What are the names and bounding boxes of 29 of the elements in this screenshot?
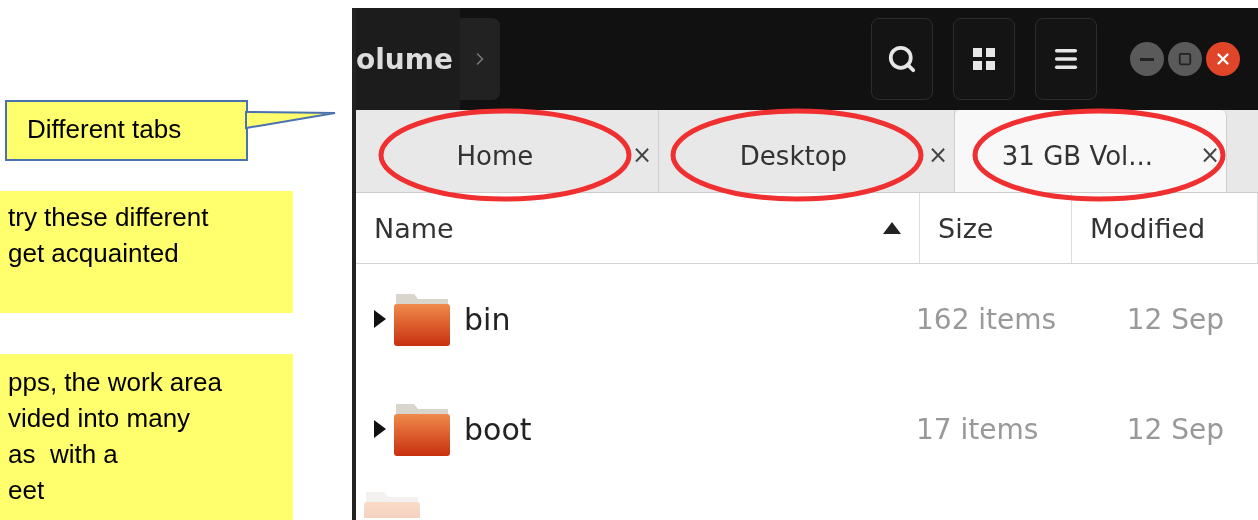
tab-close-button[interactable]: × — [1199, 133, 1220, 169]
menu-button[interactable] — [1035, 18, 1097, 100]
close-button[interactable] — [1206, 42, 1240, 76]
file-modified: 12 Sep — [1125, 302, 1224, 336]
maximize-icon — [1178, 52, 1192, 66]
title-tab[interactable]: olume — [356, 8, 460, 110]
search-button[interactable] — [871, 18, 933, 100]
column-header[interactable]: Size — [920, 193, 1072, 263]
minimize-icon — [1140, 57, 1154, 61]
close-icon — [1214, 50, 1232, 68]
expander-icon[interactable] — [374, 420, 386, 438]
file-name: boot — [464, 411, 533, 447]
callout-label: Different tabs — [5, 100, 248, 161]
minimize-button[interactable] — [1130, 42, 1164, 76]
file-modified: 12 Sep — [1125, 412, 1224, 446]
file-name: bin — [464, 301, 512, 337]
tab-close-button[interactable]: × — [927, 133, 948, 169]
column-header[interactable]: Modified — [1072, 193, 1258, 263]
grid-view-button[interactable] — [953, 18, 1015, 100]
expander-icon[interactable] — [374, 310, 386, 328]
note-text: pps, the work area vided into many as with a eet — [0, 353, 293, 520]
tab[interactable]: 31 GB Vol... × — [955, 110, 1227, 192]
column-header[interactable]: Name — [356, 193, 920, 263]
file-size: 17 items — [916, 412, 1040, 446]
note-text: try these different get acquainted — [0, 190, 293, 313]
file-size: 162 items — [916, 302, 1058, 336]
search-icon — [887, 44, 917, 74]
tab-close-button[interactable]: × — [631, 133, 652, 169]
grid-icon — [973, 48, 995, 70]
